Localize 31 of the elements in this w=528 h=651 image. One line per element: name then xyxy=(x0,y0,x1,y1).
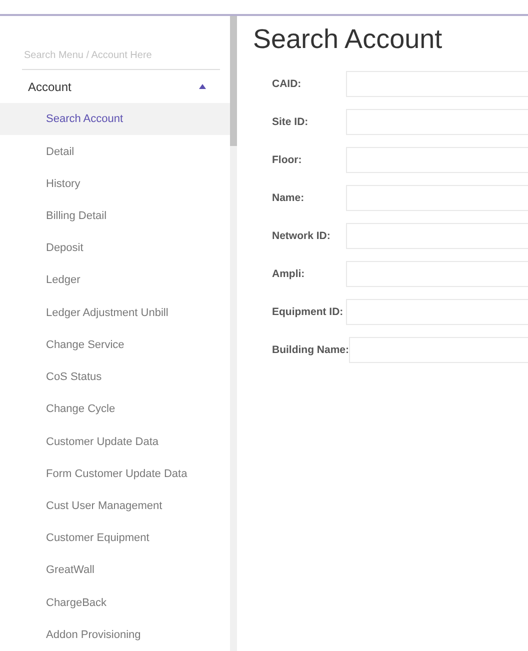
scrollbar[interactable] xyxy=(230,16,237,651)
field-label: Name: xyxy=(271,192,306,204)
menu-item[interactable]: CoS Status xyxy=(0,360,230,394)
caret-up-icon xyxy=(199,84,206,90)
menu-group-label: Account xyxy=(28,80,72,94)
field-label: Site ID: xyxy=(271,116,310,128)
menu-item[interactable]: Billing Detail xyxy=(0,200,230,232)
menu-item[interactable]: GreatWall xyxy=(0,554,230,586)
scrollbar-thumb[interactable] xyxy=(230,16,237,146)
menu-item[interactable]: Form Customer Update Data xyxy=(0,458,230,490)
field-label: Building Name: xyxy=(271,344,350,356)
field-label: Equipment ID: xyxy=(271,306,344,318)
menu-item[interactable]: Change Cycle xyxy=(0,393,230,426)
menu-item[interactable]: Ledger xyxy=(0,264,230,297)
menu-item[interactable]: Addon Provisioning xyxy=(0,618,230,651)
menu-item[interactable]: Search Account xyxy=(0,103,230,136)
page-title: Search Account xyxy=(253,24,444,55)
field-label: CAID: xyxy=(271,78,302,90)
menu-item[interactable]: History xyxy=(0,168,230,200)
field-label: Floor: xyxy=(271,154,303,166)
menu-item[interactable]: Detail xyxy=(0,135,230,168)
menu-group-header[interactable]: Account xyxy=(0,70,230,104)
menu-item[interactable]: Customer Update Data xyxy=(0,425,230,458)
menu-item[interactable]: Cust User Management xyxy=(0,490,230,522)
menu-item[interactable]: Customer Equipment xyxy=(0,522,230,554)
field-label: Ampli: xyxy=(271,268,306,280)
menu-item[interactable]: Deposit xyxy=(0,232,230,264)
menu-item[interactable]: Change Service xyxy=(0,328,230,361)
menu-item[interactable]: ChargeBack xyxy=(0,586,230,619)
field-label: Network ID: xyxy=(271,230,332,242)
menu-item[interactable]: Ledger Adjustment Unbill xyxy=(0,296,230,329)
